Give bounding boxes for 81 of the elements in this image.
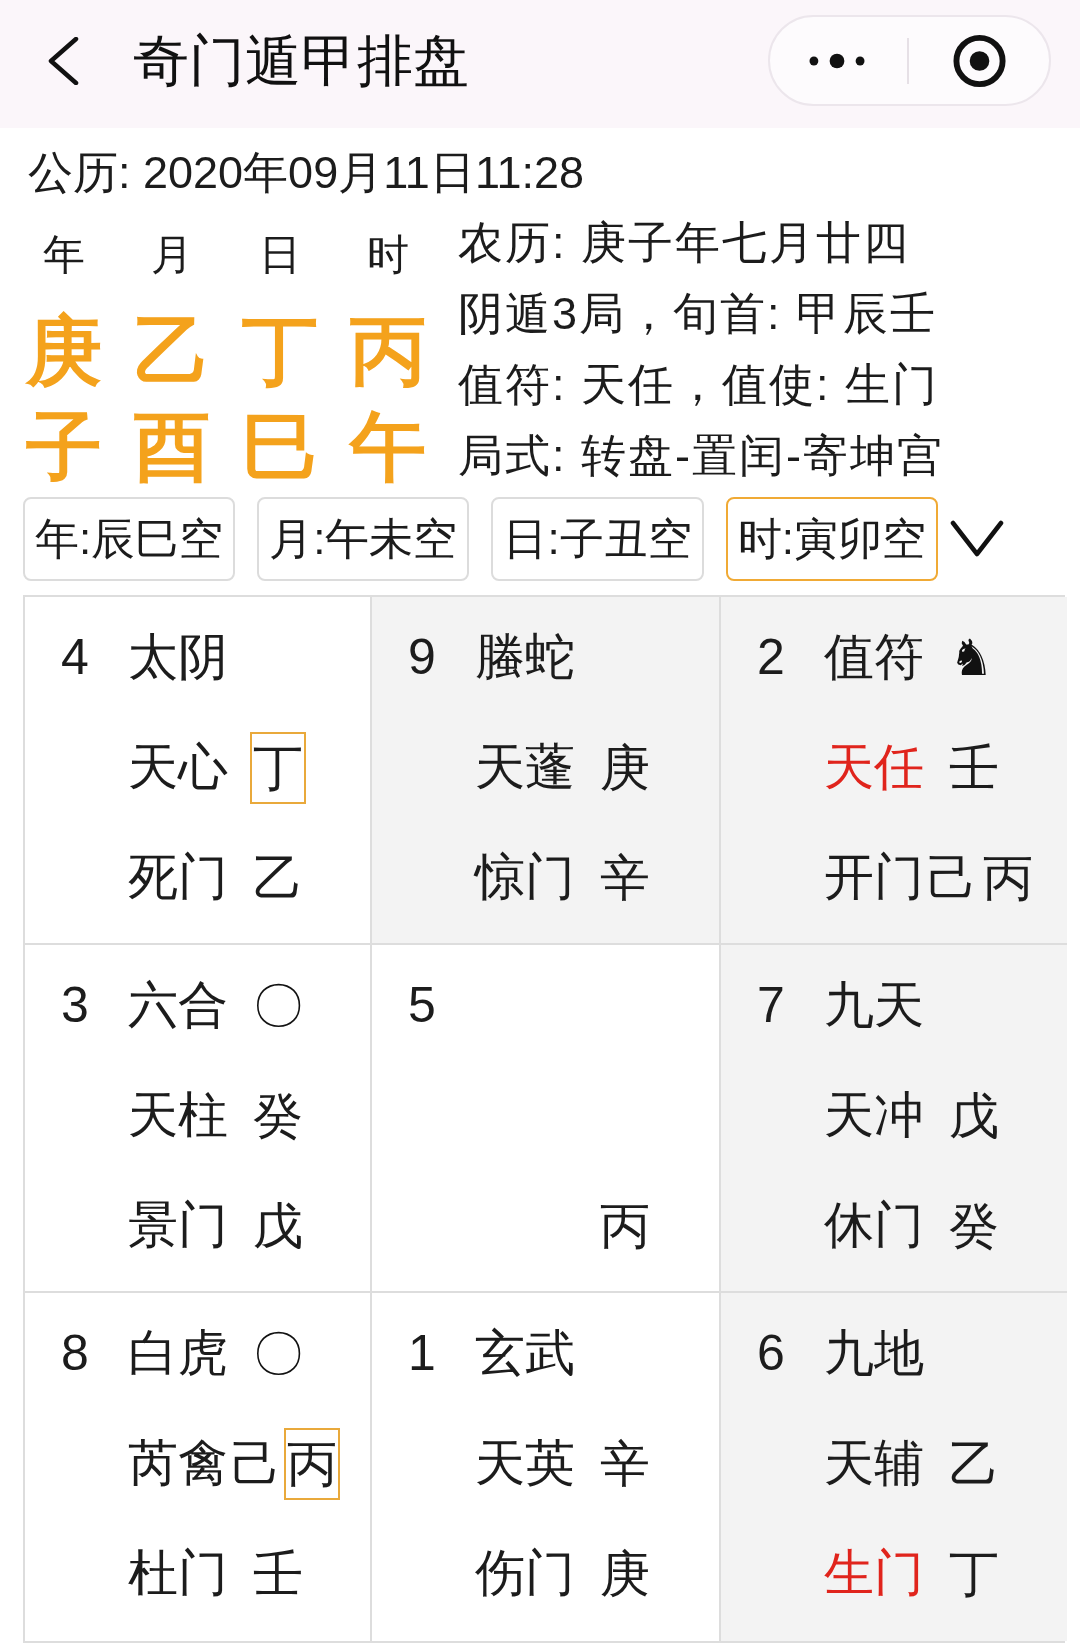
door-name: 开门 — [824, 849, 924, 907]
info-line: 值符: 天任，值使: 生门 — [458, 358, 940, 412]
gregorian-date: 公历: 2020年09月11日11:28 — [28, 146, 586, 200]
stem: 壬 — [948, 738, 1000, 798]
star-name: 天英 — [475, 1435, 575, 1493]
heavenly-stem: 丙 — [350, 309, 426, 393]
earthly-branch: 子 — [26, 405, 102, 489]
stem: 丙 — [982, 848, 1034, 908]
stem: 己 — [926, 848, 978, 908]
deity-name: 六合 — [128, 977, 228, 1035]
void-tab[interactable]: 年:辰巳空 — [23, 497, 236, 581]
void-tab[interactable]: 日:子丑空 — [491, 497, 704, 581]
stem: 癸 — [948, 1196, 1000, 1256]
stem: 辛 — [599, 1434, 651, 1494]
star-name: 芮禽 — [128, 1435, 228, 1493]
door-name: 惊门 — [475, 849, 575, 907]
earthly-branch: 巳 — [242, 405, 318, 489]
heavenly-stem: 丁 — [242, 309, 318, 393]
door-name: 死门 — [128, 849, 228, 907]
star-name: 天辅 — [824, 1435, 924, 1493]
deity-name: 太阴 — [128, 629, 228, 687]
deity-name: 九地 — [824, 1325, 924, 1383]
pillar-label: 日 — [259, 229, 301, 280]
stem: 戊 — [948, 1086, 1000, 1146]
palace-number: 5 — [408, 977, 436, 1035]
star-name: 天蓬 — [475, 739, 575, 797]
stem: 戊 — [252, 1196, 304, 1256]
info-line: 阴遁3局，旬首: 甲辰壬 — [458, 287, 939, 341]
stem: 庚 — [599, 738, 651, 798]
stem: 庚 — [599, 1544, 651, 1604]
stem: 丁 — [948, 1544, 1000, 1604]
star-name: 天心 — [128, 739, 228, 797]
pillar-label: 月 — [151, 229, 193, 280]
palace-number: 8 — [61, 1325, 89, 1383]
earthly-branch: 午 — [350, 405, 426, 489]
deity-name: 白虎 — [128, 1325, 228, 1383]
door-name: 景门 — [128, 1197, 228, 1255]
palace-number: 2 — [757, 629, 785, 687]
palace-marker: 〇 — [253, 1326, 303, 1382]
page-title: 奇门遁甲排盘 — [133, 29, 469, 92]
stem: 己 — [230, 1434, 282, 1494]
chevron-left-icon[interactable] — [47, 36, 79, 85]
info-line: 局式: 转盘-置闰-寄坤宫 — [458, 429, 944, 483]
palace-marker: ♞ — [949, 630, 994, 686]
earthly-branch: 酉 — [134, 405, 210, 489]
palace-number: 7 — [757, 977, 785, 1035]
info-line: 农历: 庚子年七月廿四 — [458, 216, 911, 270]
deity-name: 玄武 — [475, 1325, 575, 1383]
stem: 丁 — [250, 731, 306, 805]
void-tab[interactable]: 月:午未空 — [257, 497, 470, 581]
palace-number: 3 — [61, 977, 89, 1035]
stem: 丙 — [284, 1427, 340, 1501]
palace-number: 6 — [757, 1325, 785, 1383]
star-name: 天任 — [824, 739, 924, 797]
stem: 辛 — [599, 848, 651, 908]
stem: 壬 — [252, 1544, 304, 1604]
pillar-label: 时 — [367, 229, 409, 280]
deity-name: 值符 — [824, 629, 924, 687]
star-name: 天柱 — [128, 1087, 228, 1145]
door-name: 杜门 — [128, 1545, 228, 1603]
deity-name: 螣蛇 — [475, 629, 575, 687]
heavenly-stem: 乙 — [134, 309, 210, 393]
stem: 丙 — [599, 1196, 651, 1256]
door-name: 休门 — [824, 1197, 924, 1255]
target-icon[interactable] — [952, 33, 1006, 88]
stem: 乙 — [948, 1434, 1000, 1494]
heavenly-stem: 庚 — [26, 309, 102, 393]
palace-number: 1 — [408, 1325, 436, 1383]
void-tab[interactable]: 时:寅卯空 — [725, 497, 938, 581]
door-name: 伤门 — [475, 1545, 575, 1603]
palace-number: 4 — [61, 629, 89, 687]
pillar-label: 年 — [43, 229, 85, 280]
more-icon[interactable] — [809, 52, 865, 69]
palace-marker: 〇 — [253, 978, 303, 1034]
chevron-down-icon[interactable] — [949, 519, 1004, 559]
door-name: 生门 — [824, 1545, 924, 1603]
deity-name: 九天 — [824, 977, 924, 1035]
stem: 乙 — [252, 848, 304, 908]
stem: 癸 — [252, 1086, 304, 1146]
palace-number: 9 — [408, 629, 436, 687]
star-name: 天冲 — [824, 1087, 924, 1145]
